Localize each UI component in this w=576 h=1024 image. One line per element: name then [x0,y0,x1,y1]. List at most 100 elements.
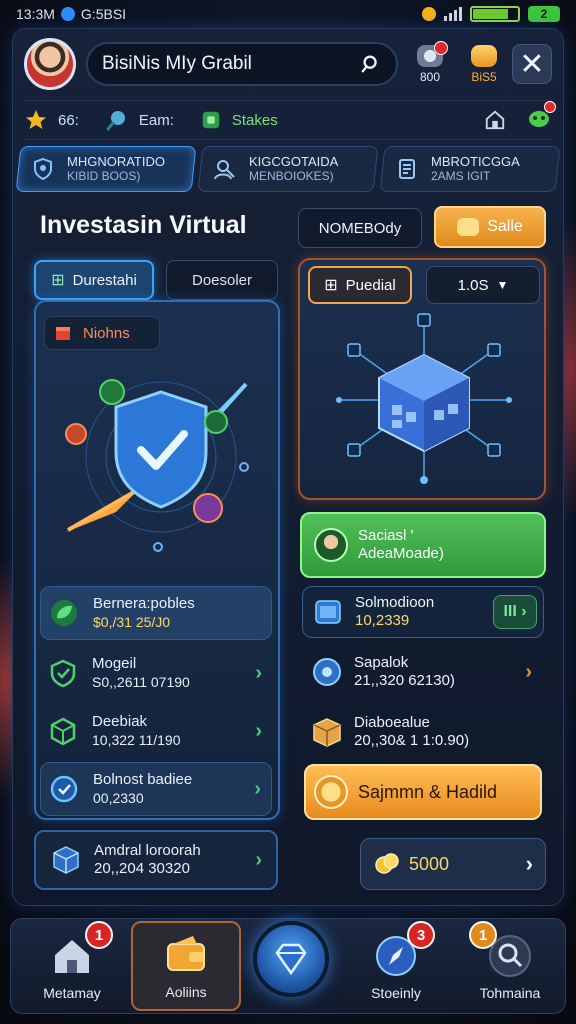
nav-item-actions[interactable]: Aoliins [131,921,241,1011]
list-item[interactable]: Amdral loroorah 20,,204 30320 › [34,830,278,890]
row-value: S0,,2611 07190 [92,674,190,690]
row-title: Sapalok [354,654,409,671]
tab-sublabel: KIBID BOOS) [67,169,141,183]
bottom-nav: Metamay 1 Aoliins Stoeinly 3 Tohmaina 1 [10,918,566,1014]
list-item[interactable]: Sapalok 21,,320 62130) › [302,646,544,698]
coins-icon [375,853,399,874]
rate-select[interactable]: 1.0S ▼ [426,266,540,304]
page-title: Investasin Virtual [20,202,278,248]
nomeb-field[interactable]: NOMEBOdy [298,208,422,248]
row-title: Bolnost badiee [93,771,193,788]
chevron-right-icon: › [525,660,532,683]
shield-settings-icon [34,157,52,181]
grid-icon: ⊞ [51,272,65,289]
nav-label: Stoeinly [371,985,421,1001]
star-icon [26,110,46,129]
primary-action-label: Sajmmn & Hadild [358,781,498,802]
thumbs-up-icon [471,44,497,67]
tab-documents[interactable]: MBROTICGGA 2AMS IGIT [379,146,561,192]
chevron-right-icon: › [255,719,262,742]
subtab-doesoler[interactable]: Doesoler [166,260,278,300]
avatar[interactable] [24,38,76,90]
document-icon [398,159,415,179]
row-title: Solmodioon [355,594,435,611]
rating-stat[interactable]: 66: [24,108,79,132]
nav-item-search[interactable]: Tohmaina 1 [455,919,565,1015]
quick-stats-row: 66: Eam: Stakes [24,100,556,140]
notification-badge: 3 [407,921,435,949]
row-value: 00,2330 [93,790,144,806]
list-item[interactable]: Diaboealue 20,,30& 1 1:0.90) [302,706,544,758]
notification-badge: 1 [85,921,113,949]
row-value: 10,322 11/190 [92,732,181,748]
alarm-icon [422,7,436,21]
currency-value: 800 [419,69,441,84]
notification-badge [544,100,556,113]
puedial-label: Puedial [345,276,396,294]
server-cube-icon [315,600,341,624]
category-tabs: MHGNORATIDO KIBID BOOS) KIGCGOTAIDA MENB… [15,146,561,192]
stats-pill-button[interactable]: III › [493,595,537,629]
list-item[interactable]: Deebiak 10,322 11/190 › [40,704,272,758]
sale-button[interactable]: Salle [434,206,546,248]
currency-stat[interactable]: 800 [408,40,452,84]
coin-balance-button[interactable]: 5000 › [360,838,546,890]
coin-icon [457,218,480,236]
search-text[interactable]: BisiNis MIy Grabil [102,53,360,75]
tab-sublabel: MENBOIOKES) [249,169,334,183]
row-title: Diaboealue [354,714,430,731]
status-bar: 13:3M G:5BSI 2 [0,0,576,28]
blockchain-cube-illustration [336,313,512,484]
tab-reports[interactable]: KIGCGOTAIDA MENBOIOKES) [197,146,379,192]
card-title: Saciasl ' [358,527,414,544]
list-item[interactable]: Bernera:pobles $0,/31 25/J0 [40,586,272,640]
coin-icon [314,775,348,809]
earn-stat[interactable]: Eam: [105,108,174,132]
alerts-button[interactable] [526,100,556,134]
list-item[interactable]: Solmodioon 10,2339 III › [302,586,544,638]
primary-action-button[interactable]: Sajmmn & Hadild [304,764,542,820]
agent-avatar [314,528,348,562]
signal-icon [444,7,462,21]
gear-cloud-icon [313,658,341,686]
search-bar[interactable]: BisiNis MIy Grabil [86,42,398,86]
tab-label: KIGCGOTAIDA [249,154,339,169]
cube-grid-icon [53,846,79,874]
cube-card[interactable]: ⊞ Puedial 1.0S ▼ [298,258,546,500]
puedial-button[interactable]: ⊞ Puedial [308,266,412,304]
tab-label: MHGNORATIDO [67,154,165,169]
chevron-down-icon: ▼ [496,278,509,292]
list-item[interactable]: Mogeil S0,,2611 07190 › [40,646,272,700]
stakes-label: Stakes [231,111,278,129]
app-header: BisiNis MIy Grabil 800 BiS5 ✕ [24,36,552,92]
notions-badge[interactable]: Niohns [44,316,160,350]
clock-check-icon [50,775,78,803]
nav-center-button[interactable] [253,921,329,997]
nav-item-home[interactable]: Metamay 1 [17,919,127,1015]
featured-agent-card[interactable]: Saciasl ' AdeaMoade) [300,512,546,578]
search-icon[interactable] [360,53,382,75]
stakes-icon [202,111,220,129]
stakes-stat[interactable]: Stakes [200,109,278,131]
home-outline-icon[interactable] [484,109,506,131]
right-panel: NOMEBOdy Salle ⊞ Puedial 1.0S ▼ Saciasl … [296,202,550,892]
coin-value: 5000 [409,853,450,874]
battery-icon [470,6,520,22]
row-title: Deebiak [92,713,148,730]
status-carrier: G:5BSI [80,6,127,22]
row-title: Bernera:pobles [93,595,195,612]
tab-protection[interactable]: MHGNORATIDO KIBID BOOS) [15,146,197,192]
subtab-durestahi[interactable]: ⊞ Durestahi [34,260,154,300]
pill-label: III [503,603,517,620]
row-title: Amdral loroorah [94,842,201,859]
notification-badge [434,40,448,55]
close-button[interactable]: ✕ [512,44,552,84]
shield-check-icon [50,659,76,688]
list-item[interactable]: Bolnost badiee 00,2330 › [40,762,272,816]
nav-label: Tohmaina [479,985,541,1001]
row-value: 21,,320 62130) [354,672,455,689]
nav-item-stats[interactable]: Stoeinly 3 [341,919,451,1015]
row-title: Mogeil [92,655,137,672]
gold-stat[interactable]: BiS5 [462,44,506,84]
notification-badge: 1 [469,921,497,949]
